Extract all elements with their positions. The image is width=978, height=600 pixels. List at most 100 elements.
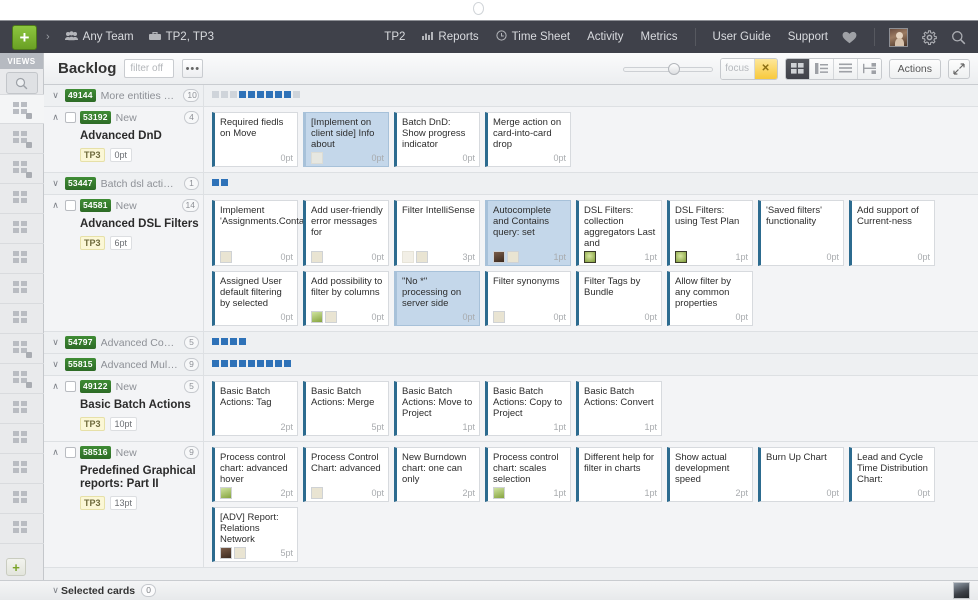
card-avatar[interactable] (675, 251, 687, 263)
views-item-view-board-8[interactable] (0, 304, 44, 334)
row-checkbox[interactable] (65, 200, 76, 211)
board-row[interactable]: ∧ 58516 New 9 Predefined Graphical reports: … (44, 442, 978, 568)
card-avatar[interactable] (311, 251, 323, 263)
card[interactable]: Autocomplete and Contains query: set 1pt (485, 200, 571, 266)
gear-icon[interactable] (922, 29, 937, 45)
board-row[interactable]: ∨ 49144 More entities on Boa 10 (44, 85, 978, 107)
card-marker[interactable] (284, 91, 291, 98)
heart-icon[interactable] (842, 31, 857, 44)
board-rows[interactable]: ∨ 49144 More entities on Boa 10 ∧ 53192 New 4 Ad… (44, 85, 978, 580)
views-item-view-board-4[interactable] (0, 184, 44, 214)
views-item-view-board-13[interactable] (0, 454, 44, 484)
card-marker[interactable] (239, 91, 246, 98)
card-marker[interactable] (284, 360, 291, 367)
card-avatar[interactable] (220, 251, 232, 263)
row-collapse-chevron-icon[interactable]: ∨ (50, 336, 61, 349)
row-id-badge[interactable]: 53447 (65, 177, 96, 190)
card-marker[interactable] (230, 338, 237, 345)
card[interactable]: Batch DnD: Show progress indicator 0pt (394, 112, 480, 167)
card[interactable]: DSL Filters: collection aggregators Last… (576, 200, 662, 266)
row-collapse-chevron-icon[interactable]: ∧ (50, 111, 61, 124)
card-marker[interactable] (275, 91, 282, 98)
card-marker[interactable] (239, 360, 246, 367)
card[interactable]: New Burndown chart: one can only 2pt (394, 447, 480, 502)
views-search-button[interactable] (5, 72, 38, 94)
card-avatar[interactable] (493, 487, 505, 499)
card-avatar[interactable] (493, 251, 505, 263)
card-marker[interactable] (293, 91, 300, 98)
views-item-view-board-locked-3[interactable] (0, 154, 44, 184)
board-row[interactable]: ∧ 54581 New 14 Advanced DSL Filters TP3 6pt Imp… (44, 195, 978, 332)
views-item-view-board-12[interactable] (0, 424, 44, 454)
row-id-badge[interactable]: 49144 (65, 89, 96, 102)
row-entity-name[interactable]: Predefined Graphical reports: Part II (80, 465, 199, 491)
card[interactable]: [ADV] Report: Relations Network 5pt (212, 507, 298, 562)
card-avatar[interactable] (311, 311, 323, 323)
row-entity-name[interactable]: Advanced DSL Filters (80, 218, 199, 231)
row-checkbox[interactable] (65, 381, 76, 392)
card[interactable]: Process Control Chart: advanced 0pt (303, 447, 389, 502)
card-marker[interactable] (230, 91, 237, 98)
row-collapse-chevron-icon[interactable]: ∨ (50, 177, 61, 190)
nav-user-guide[interactable]: User Guide (713, 31, 771, 43)
card[interactable]: 'Saved filters' functionality 0pt (758, 200, 844, 266)
row-collapse-chevron-icon[interactable]: ∧ (50, 380, 61, 393)
views-item-view-board-6[interactable] (0, 244, 44, 274)
board-row[interactable]: ∧ 53192 New 4 Advanced DnD TP3 0pt Required fie… (44, 107, 978, 173)
card[interactable]: Implement 'Assignments.Contain 0pt (212, 200, 312, 266)
card[interactable]: Process control chart: advanced hover 2pt (212, 447, 298, 502)
card[interactable]: Add possibility to filter by columns 0pt (303, 271, 389, 326)
card-marker[interactable] (230, 360, 237, 367)
card-avatar[interactable] (311, 152, 323, 164)
board-row[interactable]: ∨ 54797 Advanced Comet Supp 5 (44, 332, 978, 354)
card-avatar[interactable] (311, 487, 323, 499)
card-marker[interactable] (257, 360, 264, 367)
board-row[interactable]: ∧ 49122 New 5 Basic Batch Actions TP3 10pt Basi… (44, 376, 978, 442)
card-marker[interactable] (248, 91, 255, 98)
avatar[interactable] (953, 582, 970, 599)
view-list-button[interactable] (809, 58, 834, 79)
card[interactable]: Basic Batch Actions: Merge 5pt (303, 381, 389, 436)
row-collapse-chevron-icon[interactable]: ∧ (50, 446, 61, 459)
card[interactable]: Show actual development speed 2pt (667, 447, 753, 502)
card-marker[interactable] (212, 91, 219, 98)
card-marker[interactable] (212, 179, 219, 186)
avatar[interactable] (889, 27, 908, 47)
views-item-view-board-11[interactable] (0, 394, 44, 424)
card-marker[interactable] (221, 179, 228, 186)
row-id-badge[interactable]: 54581 (80, 199, 111, 212)
row-checkbox[interactable] (65, 447, 76, 458)
card[interactable]: Required fiedls on Move 0pt (212, 112, 298, 167)
views-item-view-board-locked-10[interactable] (0, 364, 44, 394)
views-item-view-board-5[interactable] (0, 214, 44, 244)
card-avatar[interactable] (402, 251, 414, 263)
add-view-button[interactable]: + (6, 558, 26, 576)
nav-reports[interactable]: Reports (422, 31, 479, 43)
card[interactable]: DSL Filters: using Test Plan 1pt (667, 200, 753, 266)
card[interactable]: Allow filter by any common properties 0pt (667, 271, 753, 326)
nav-activity[interactable]: Activity (587, 31, 623, 43)
team-selector[interactable]: Any Team (64, 30, 134, 44)
card[interactable]: Lead and Cycle Time Distribution Chart: 0… (849, 447, 935, 502)
card-marker[interactable] (266, 360, 273, 367)
card[interactable]: Assigned User default filtering by selec… (212, 271, 298, 326)
row-id-badge[interactable]: 54797 (65, 336, 96, 349)
row-entity-name[interactable]: Basic Batch Actions (80, 399, 199, 412)
row-id-badge[interactable]: 53192 (80, 111, 111, 124)
card-avatar[interactable] (220, 547, 232, 559)
actions-button[interactable]: Actions (888, 58, 941, 79)
zoom-slider[interactable] (622, 61, 713, 77)
card-avatar[interactable] (493, 311, 505, 323)
card[interactable]: [Implement on client side] Info about 0pt (303, 112, 389, 167)
views-item-view-list-7[interactable] (0, 274, 44, 304)
add-entity-button[interactable]: + (12, 24, 37, 50)
card[interactable]: Different help for filter in charts 1pt (576, 447, 662, 502)
board-row[interactable]: ∨ 53447 Batch dsl actions 1 (44, 173, 978, 195)
zoom-slider-knob[interactable] (667, 62, 680, 75)
card-marker[interactable] (257, 91, 264, 98)
card[interactable]: Basic Batch Actions: Convert 1pt (576, 381, 662, 436)
row-id-badge[interactable]: 55815 (65, 358, 96, 371)
card-marker[interactable] (221, 338, 228, 345)
card-marker[interactable] (212, 360, 219, 367)
card-avatar[interactable] (220, 487, 232, 499)
